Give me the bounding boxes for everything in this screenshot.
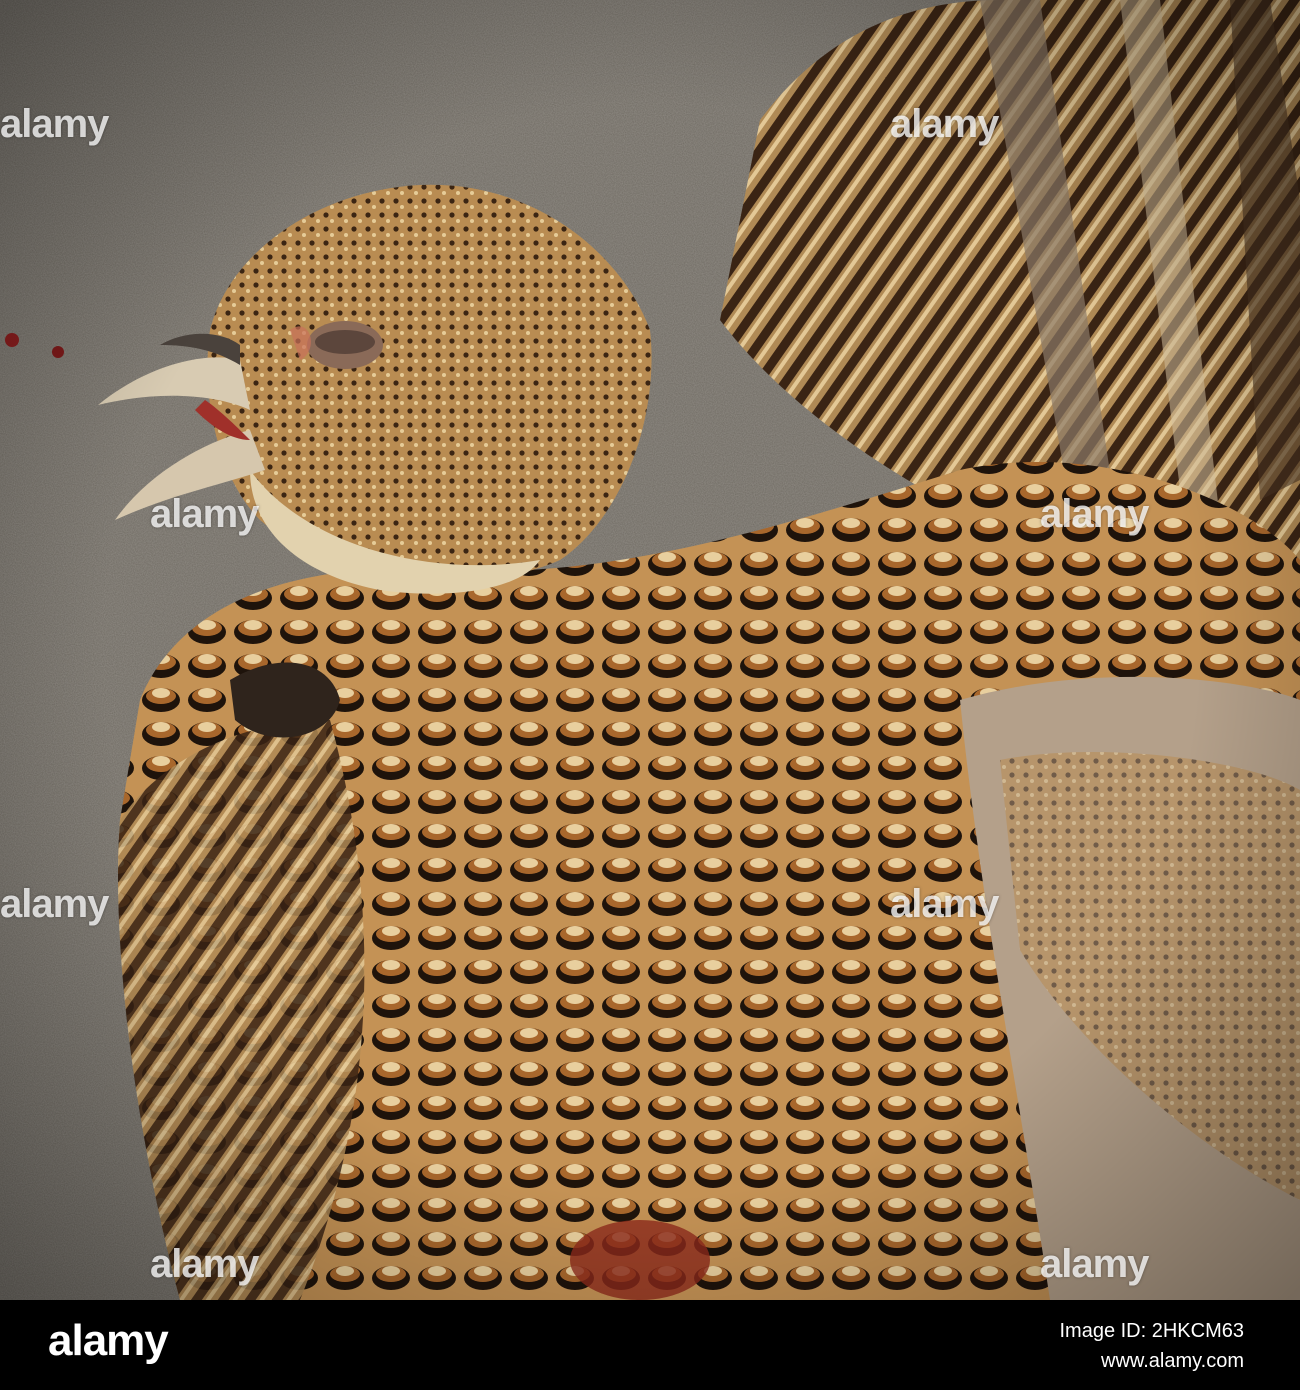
photo-illustration bbox=[0, 0, 1300, 1300]
site-url: www.alamy.com bbox=[1101, 1350, 1244, 1372]
photo-dead-quail-on-asphalt: alamy alamy alamy alamy alamy alamy alam… bbox=[0, 0, 1300, 1300]
alamy-logo: alamy bbox=[48, 1316, 169, 1365]
image-id-label: Image ID: 2HKCM63 bbox=[1059, 1320, 1244, 1342]
stock-footer-bar: alamy Image ID: 2HKCM63 www.alamy.com bbox=[0, 1300, 1300, 1390]
stock-photo-page: alamy alamy alamy alamy alamy alamy alam… bbox=[0, 0, 1300, 1390]
footer-meta: Image ID: 2HKCM63 www.alamy.com bbox=[1059, 1316, 1244, 1376]
